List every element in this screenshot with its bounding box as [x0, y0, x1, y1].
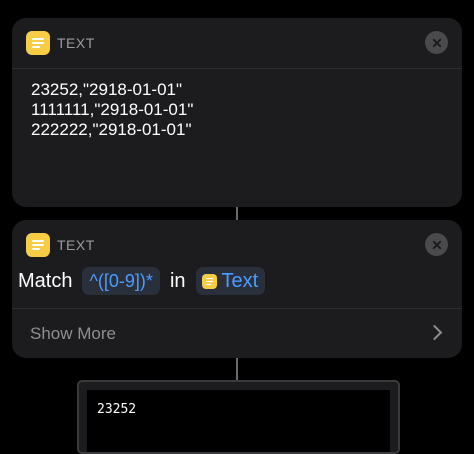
show-more-button[interactable]: Show More	[12, 309, 462, 358]
text-action-header: TEXT	[12, 18, 462, 68]
action-connector	[236, 207, 238, 220]
result-value: 23252	[97, 402, 137, 417]
input-variable-label: Text	[221, 269, 259, 292]
close-icon[interactable]	[425, 233, 448, 256]
match-label: Match	[18, 269, 73, 292]
text-document-icon	[201, 273, 217, 289]
result-preview[interactable]: 23252	[77, 380, 400, 454]
header-divider	[12, 68, 462, 69]
input-variable-token[interactable]: Text	[195, 267, 266, 295]
show-more-label: Show More	[30, 324, 116, 343]
result-preview-inner: 23252	[87, 390, 390, 452]
in-label: in	[169, 269, 186, 292]
regex-pattern-field[interactable]: ^([0-9])*	[82, 267, 160, 295]
close-icon[interactable]	[425, 31, 448, 54]
text-document-icon	[26, 31, 50, 55]
action-connector	[236, 358, 238, 380]
text-action-card[interactable]: TEXT 23252,"2918-01-01" 1111111,"2918-01…	[12, 18, 462, 207]
match-parameters-row: Match ^([0-9])* in Text	[18, 266, 266, 296]
text-document-icon	[26, 233, 50, 257]
match-action-header: TEXT	[12, 220, 462, 270]
match-action-title: TEXT	[57, 237, 95, 253]
chevron-right-icon	[426, 324, 443, 341]
text-action-title: TEXT	[57, 35, 95, 51]
text-content-field[interactable]: 23252,"2918-01-01" 1111111,"2918-01-01" …	[31, 80, 193, 140]
